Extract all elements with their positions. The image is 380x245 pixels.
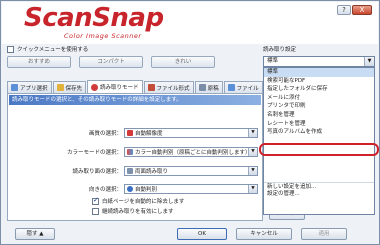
footer-bar: 隠す ▲ OK キャンセル 適用 — [1, 225, 379, 245]
quick-menu-checkbox[interactable] — [7, 45, 14, 53]
ok-button[interactable]: OK — [177, 228, 227, 240]
image-quality-label: 画質の選択： — [88, 131, 122, 137]
color-mode-icon — [127, 149, 133, 155]
scan-settings-label: 読み取り設定 — [263, 47, 297, 53]
chevron-down-icon: ▼ — [248, 129, 257, 137]
tab-label: ファイル — [236, 85, 259, 92]
duplex-icon — [127, 168, 133, 174]
color-mode-value: カラー自動判別（原稿ごとに自動判別します） — [135, 150, 251, 156]
paper-icon — [198, 84, 206, 91]
blank-page-label: 白紙ページを自動的に除去します — [102, 199, 185, 205]
window-controls: ? X — [337, 5, 372, 15]
dropdown-item[interactable]: レシートを管理 — [264, 120, 374, 129]
tab-file-format[interactable]: ファイル形式 — [143, 81, 194, 93]
orientation-row: 向きの選択： 自動判別 ▼ — [8, 184, 258, 194]
image-quality-select[interactable]: 自動解像度 ▼ — [124, 128, 258, 138]
tab-label: 原稿 — [207, 85, 219, 92]
image-quality-value: 自動解像度 — [135, 131, 163, 137]
folder-icon — [56, 84, 64, 91]
tab-label: 保存先 — [65, 85, 83, 92]
tab-scan-mode[interactable]: 読み取りモード — [87, 80, 143, 93]
tab-file-size[interactable]: ファイル — [223, 81, 263, 93]
color-mode-row: カラーモードの選択： カラー自動判別（原稿ごとに自動判別します） ▼ — [8, 147, 258, 157]
hide-button[interactable]: 隠す ▲ — [15, 228, 55, 240]
chevron-down-icon: ▼ — [248, 185, 257, 193]
logo-header: ScanSnap Color Image Scanner ? X — [2, 2, 378, 44]
auto-res-icon — [127, 130, 133, 136]
scansnap-logo: ScanSnap — [24, 3, 164, 33]
settings-tabs: アプリ選択 保存先 読み取りモード ファイル形式 原稿 ファイル — [7, 80, 264, 93]
dropdown-item[interactable]: 写真のアルバムを作成 — [264, 128, 374, 137]
scan-settings-select[interactable]: 標準 ▼ — [263, 56, 375, 67]
chevron-down-icon: ▼ — [364, 57, 374, 66]
scan-mode-icon — [91, 83, 99, 91]
file-format-icon — [147, 84, 155, 91]
orientation-select[interactable]: 自動判別 ▼ — [124, 184, 258, 194]
scan-side-row: 読み取り面の選択： 両面読み取り ▼ — [8, 166, 258, 176]
quick-menu-row: クイックメニューを使用する — [7, 45, 88, 53]
cancel-button[interactable]: キャンセル — [236, 228, 292, 240]
app-icon — [11, 84, 18, 91]
color-mode-select[interactable]: カラー自動判別（原稿ごとに自動判別します） ▼ — [124, 147, 258, 157]
dropdown-item[interactable]: 指定したフォルダに保存 — [264, 85, 374, 94]
chevron-up-icon: ▲ — [39, 231, 44, 237]
chevron-down-icon: ▼ — [248, 167, 257, 175]
tab-label: ファイル形式 — [156, 85, 190, 92]
tab-save-to[interactable]: 保存先 — [52, 81, 87, 93]
panel-banner: 読み取りモードの選択と、その読み取りモードの詳細を設定します。 — [9, 95, 261, 105]
file-size-icon — [227, 84, 235, 91]
scan-mode-panel: 読み取りモードの選択と、その読み取りモードの詳細を設定します。 画質の選択： 自… — [7, 93, 263, 221]
highlight-ring — [259, 143, 379, 156]
tab-application[interactable]: アプリ選択 — [7, 81, 52, 93]
quick-menu-label: クイックメニューを使用する — [17, 47, 89, 53]
orientation-label: 向きの選択： — [88, 187, 122, 193]
dropdown-item-manage-settings[interactable]: 設定の管理... — [264, 190, 374, 199]
dropdown-item-add-setting[interactable]: 新しい設定を追加... — [264, 181, 374, 191]
continuous-scan-checkbox[interactable] — [92, 207, 99, 215]
scan-side-value: 両面読み取り — [135, 169, 169, 175]
preset-buttons: おすすめ コンパクト きれい — [7, 56, 215, 68]
blank-page-checkbox-row: 白紙ページを自動的に除去します — [92, 196, 185, 205]
color-mode-label: カラーモードの選択： — [66, 150, 122, 156]
dropdown-item[interactable]: 名刺を管理 — [264, 111, 374, 120]
dropdown-item[interactable]: 検索可能なPDF — [264, 77, 374, 86]
preset-fine-button[interactable]: きれい — [151, 56, 215, 68]
dropdown-item[interactable]: 標準 — [264, 68, 374, 77]
scan-side-select[interactable]: 両面読み取り ▼ — [124, 166, 258, 176]
close-button[interactable]: X — [352, 5, 372, 15]
scan-side-label: 読み取り面の選択： — [72, 169, 122, 175]
image-quality-row: 画質の選択： 自動解像度 ▼ — [8, 128, 258, 138]
help-button[interactable]: ? — [337, 5, 351, 15]
tab-paper[interactable]: 原稿 — [194, 81, 223, 93]
dropdown-item[interactable]: メールに添付 — [264, 94, 374, 103]
hide-button-label: 隠す — [26, 231, 38, 237]
orientation-value: 自動判別 — [135, 187, 158, 193]
preset-compact-button[interactable]: コンパクト — [79, 56, 143, 68]
apply-button[interactable]: 適用 — [301, 228, 347, 240]
tab-label: アプリ選択 — [20, 85, 48, 92]
continuous-scan-checkbox-row: 継続読み取りを有効にします — [92, 207, 174, 215]
scan-settings-dropdown: 標準 検索可能なPDF 指定したフォルダに保存 メールに添付 プリンタで印刷 名… — [263, 67, 375, 215]
scansnap-settings-window: ScanSnap Color Image Scanner ? X クイックメニュ… — [0, 0, 380, 245]
logo-subtitle: Color Image Scanner — [64, 32, 142, 40]
tab-label: 読み取りモード — [100, 85, 139, 91]
chevron-down-icon: ▼ — [248, 148, 257, 156]
continuous-scan-label: 継続読み取りを有効にします — [102, 209, 174, 215]
rotate-icon — [127, 186, 133, 192]
dropdown-item[interactable]: プリンタで印刷 — [264, 102, 374, 111]
scan-settings-value: 標準 — [267, 58, 279, 64]
blank-page-checkbox[interactable] — [92, 196, 99, 205]
preset-recommended-button[interactable]: おすすめ — [7, 56, 71, 68]
